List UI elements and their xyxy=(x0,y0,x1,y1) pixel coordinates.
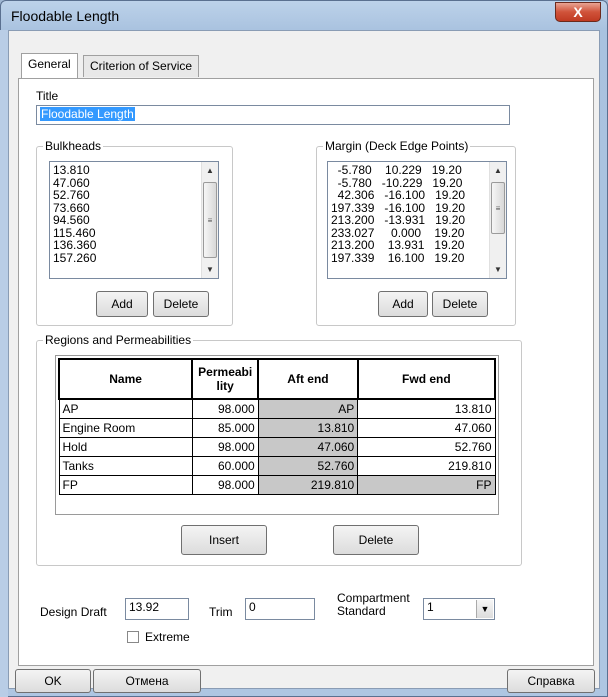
column-header-permeability-line2: lity xyxy=(216,379,234,393)
cell-aft-end[interactable]: 13.810 xyxy=(257,417,359,438)
margin-delete-button[interactable]: Delete xyxy=(432,291,488,317)
scroll-thumb[interactable]: ≡ xyxy=(203,182,217,258)
scroll-down-icon[interactable]: ▼ xyxy=(202,261,218,278)
table-row[interactable]: FP 98.000 219.810 FP xyxy=(58,474,496,495)
list-item[interactable]: 157.260 xyxy=(50,251,218,265)
list-item[interactable]: 213.200 13.931 19.20 xyxy=(328,239,506,252)
list-item[interactable]: 42.306 -16.100 19.20 xyxy=(328,189,506,202)
regions-grid[interactable]: Name Permeabi lity Aft end Fwd end AP 98… xyxy=(55,355,499,515)
table-row[interactable]: Tanks 60.000 52.760 219.810 xyxy=(58,455,496,476)
margin-group-title: Margin (Deck Edge Points) xyxy=(323,139,471,153)
title-label: Title xyxy=(36,89,59,103)
compartment-standard-value: 1 xyxy=(427,600,434,614)
tab-criterion-of-service[interactable]: Criterion of Service xyxy=(83,55,200,77)
margin-scrollbar[interactable]: ▲ ≡ ▼ xyxy=(489,162,506,278)
dialog-client: General Criterion of Service Title Flood… xyxy=(8,30,600,693)
scroll-thumb[interactable]: ≡ xyxy=(491,182,505,234)
cell-fwd-end[interactable]: 52.760 xyxy=(357,436,496,457)
cell-permeability[interactable]: 98.000 xyxy=(191,436,259,457)
extreme-checkbox[interactable] xyxy=(127,631,139,643)
bulkheads-scrollbar[interactable]: ▲ ≡ ▼ xyxy=(201,162,218,278)
column-header-fwd-end[interactable]: Fwd end xyxy=(356,358,497,400)
design-draft-input[interactable]: 13.92 xyxy=(125,598,189,620)
tab-page-general: Title Floodable Length Bulkheads 13.810 … xyxy=(18,78,594,666)
cell-name[interactable]: Tanks xyxy=(58,455,193,476)
cell-aft-end[interactable]: 219.810 xyxy=(257,474,359,495)
margin-group: Margin (Deck Edge Points) -5.780 10.229 … xyxy=(316,139,516,326)
cell-permeability[interactable]: 98.000 xyxy=(191,474,259,495)
cell-aft-end[interactable]: 52.760 xyxy=(257,455,359,476)
cell-fwd-end[interactable]: 47.060 xyxy=(357,417,496,438)
cell-name[interactable]: AP xyxy=(58,398,193,419)
cancel-button[interactable]: Отмена xyxy=(93,669,201,693)
scroll-down-icon[interactable]: ▼ xyxy=(490,261,506,278)
tab-general[interactable]: General xyxy=(21,53,78,78)
cell-name[interactable]: FP xyxy=(58,474,193,495)
close-button[interactable]: X xyxy=(555,2,601,22)
list-item[interactable]: 13.810 xyxy=(50,164,218,177)
compartment-label-line2: Standard xyxy=(337,604,386,618)
table-row[interactable]: Hold 98.000 47.060 52.760 xyxy=(58,436,496,457)
help-button[interactable]: Справка xyxy=(507,669,595,693)
extreme-label: Extreme xyxy=(145,630,190,644)
bulkheads-add-button[interactable]: Add xyxy=(96,291,148,317)
regions-delete-button[interactable]: Delete xyxy=(333,525,419,555)
title-input[interactable]: Floodable Length xyxy=(36,105,510,125)
regions-insert-button[interactable]: Insert xyxy=(181,525,267,555)
chevron-down-icon[interactable]: ▼ xyxy=(476,600,493,618)
margin-add-button[interactable]: Add xyxy=(378,291,428,317)
column-header-name[interactable]: Name xyxy=(57,358,194,400)
column-header-permeability[interactable]: Permeabi lity xyxy=(191,358,260,400)
column-header-aft-end[interactable]: Aft end xyxy=(257,358,359,400)
compartment-label-line1: Compartment xyxy=(337,591,410,605)
regions-group: Regions and Permeabilities Name Permeabi… xyxy=(36,333,522,566)
table-row[interactable]: AP 98.000 AP 13.810 xyxy=(58,398,496,419)
bulkheads-delete-button[interactable]: Delete xyxy=(153,291,209,317)
cell-name[interactable]: Hold xyxy=(58,436,193,457)
bulkheads-list[interactable]: 13.810 47.060 52.760 73.660 94.560 115.4… xyxy=(49,161,219,279)
column-header-permeability-line1: Permeabi xyxy=(198,365,253,379)
ok-button[interactable]: OK xyxy=(15,669,91,693)
cell-name[interactable]: Engine Room xyxy=(58,417,193,438)
margin-list[interactable]: -5.780 10.229 19.20 -5.780 -10.229 19.20… xyxy=(327,161,507,279)
regions-group-title: Regions and Permeabilities xyxy=(43,333,194,347)
cell-permeability[interactable]: 98.000 xyxy=(191,398,259,419)
compartment-standard-select[interactable]: 1 ▼ xyxy=(423,598,495,620)
list-item[interactable]: 197.339 16.100 19.20 xyxy=(328,251,506,265)
scroll-up-icon[interactable]: ▲ xyxy=(202,162,218,179)
compartment-standard-label: Compartment Standard xyxy=(337,592,410,618)
list-item[interactable]: 213.200 -13.931 19.20 xyxy=(328,214,506,227)
list-item[interactable]: 52.760 xyxy=(50,189,218,202)
bulkheads-group-title: Bulkheads xyxy=(43,139,104,153)
cell-permeability[interactable]: 60.000 xyxy=(191,455,259,476)
scroll-up-icon[interactable]: ▲ xyxy=(490,162,506,179)
title-bar[interactable]: Floodable Length X xyxy=(1,1,607,31)
cell-fwd-end[interactable]: 219.810 xyxy=(357,455,496,476)
cell-aft-end[interactable]: 47.060 xyxy=(257,436,359,457)
cell-fwd-end[interactable]: FP xyxy=(357,474,496,495)
trim-input[interactable]: 0 xyxy=(245,598,315,620)
window-frame-left xyxy=(0,30,8,697)
cell-fwd-end[interactable]: 13.810 xyxy=(357,398,496,419)
cell-permeability[interactable]: 85.000 xyxy=(191,417,259,438)
list-item[interactable]: 136.360 xyxy=(50,239,218,252)
bulkheads-group: Bulkheads 13.810 47.060 52.760 73.660 94… xyxy=(36,139,233,326)
list-item[interactable]: -5.780 10.229 19.20 xyxy=(328,164,506,177)
design-draft-label: Design Draft xyxy=(40,605,107,619)
window-title: Floodable Length xyxy=(11,8,120,24)
list-item[interactable]: 94.560 xyxy=(50,214,218,227)
title-input-value: Floodable Length xyxy=(40,107,135,121)
table-row[interactable]: Engine Room 85.000 13.810 47.060 xyxy=(58,417,496,438)
cell-aft-end[interactable]: AP xyxy=(257,398,359,419)
trim-label: Trim xyxy=(209,605,233,619)
